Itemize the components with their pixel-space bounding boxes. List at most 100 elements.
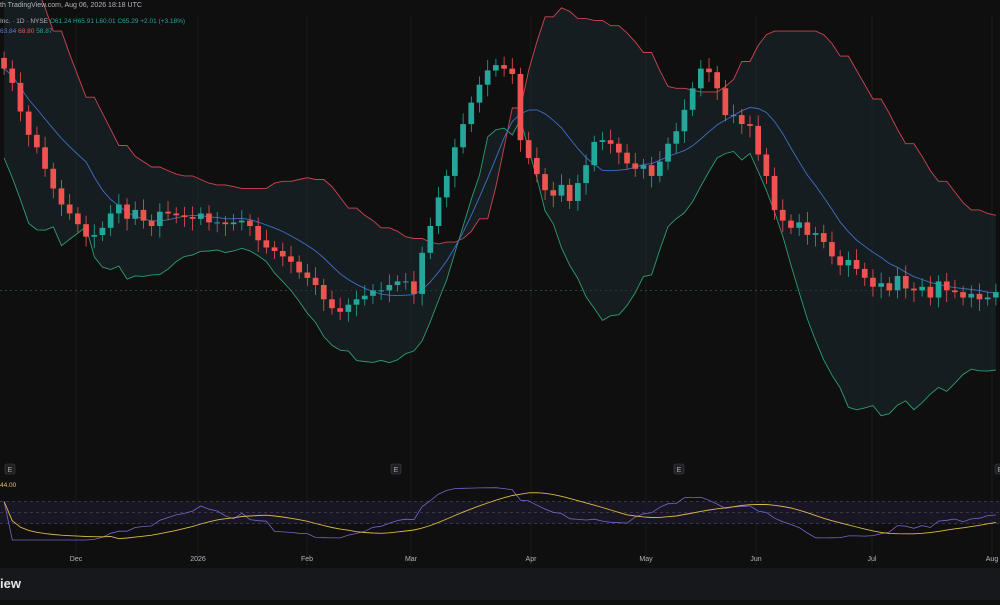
candle-body	[116, 204, 122, 214]
candle-body	[25, 111, 32, 135]
candle-body	[493, 65, 499, 71]
candle-body	[378, 290, 384, 292]
earnings-marker: E	[4, 463, 16, 475]
candle-body	[99, 227, 106, 235]
candle-body	[279, 251, 286, 257]
earnings-marker: E	[390, 463, 402, 475]
change-value: +2.01 (+3.18%)	[140, 18, 186, 25]
candle-body	[214, 222, 220, 224]
candle-body	[788, 220, 794, 228]
x-tick-label: Jul	[868, 556, 877, 563]
candle-body	[681, 109, 688, 132]
candle-body	[730, 115, 737, 117]
x-tick-label: Dec	[70, 556, 83, 563]
candle-body	[165, 211, 171, 214]
earnings-marker-label: E	[677, 467, 682, 474]
candle-body	[812, 233, 819, 235]
x-tick-label: Mar	[405, 556, 418, 563]
candle-body	[476, 84, 483, 103]
candle-body	[878, 283, 884, 287]
candle-body	[83, 224, 89, 237]
earnings-marker-label: E	[8, 467, 13, 474]
candle-body	[337, 308, 343, 312]
candle-body	[402, 281, 409, 283]
candle-body	[157, 211, 163, 226]
earnings-marker: E	[673, 463, 685, 475]
candle-body	[288, 256, 294, 262]
candle-body	[91, 234, 98, 237]
candle-body	[460, 124, 466, 148]
chart-source-line: th TradingView.com, Aug 06, 2026 18:18 U…	[0, 2, 142, 9]
high-value: H65.91	[73, 18, 94, 25]
candle-body	[722, 88, 729, 116]
candle-body	[657, 161, 663, 176]
symbol-text: Inc. · 1D · NYSE	[0, 18, 49, 25]
candle-body	[804, 222, 811, 235]
candle-body	[861, 268, 868, 278]
candle-body	[198, 213, 204, 219]
candle-body	[353, 299, 360, 305]
candle-body	[640, 165, 647, 169]
tradingview-logo-text: iew	[0, 576, 21, 591]
candle-body	[247, 220, 253, 226]
candle-body	[714, 72, 720, 89]
candle-body	[263, 240, 270, 248]
candle-body	[648, 165, 655, 176]
candle-body	[624, 152, 630, 164]
x-tick-label: May	[639, 556, 653, 563]
candle-body	[361, 295, 368, 300]
candle-body	[345, 304, 352, 312]
candle-body	[484, 70, 491, 85]
candle-body	[517, 74, 524, 141]
candle-body	[411, 281, 417, 294]
candle-body	[66, 204, 73, 214]
candle-body	[271, 247, 278, 251]
candle-body	[1, 57, 7, 69]
rsi-readout: 44.00	[0, 482, 17, 489]
candle-body	[304, 272, 311, 278]
candle-body	[698, 68, 704, 89]
candle-body	[845, 260, 852, 266]
candle-body	[525, 140, 532, 159]
candle-body	[222, 222, 229, 225]
candle-body	[927, 286, 934, 298]
candle-body	[148, 220, 155, 226]
open-value: O61.24	[49, 18, 72, 25]
candle-body	[542, 174, 548, 191]
candle-body	[189, 217, 196, 219]
candle-body	[935, 281, 942, 298]
bollinger-readout: 63.84 68.80 58.87	[0, 28, 52, 35]
x-tick-label: Aug	[986, 556, 999, 563]
candle-body	[230, 222, 237, 225]
candle-body	[132, 209, 139, 219]
candle-body	[452, 147, 458, 176]
candle-body	[771, 175, 778, 210]
candle-body	[296, 261, 302, 273]
candle-body	[632, 163, 639, 169]
bb-upper-value: 68.80	[18, 28, 35, 35]
x-tick-label: Jun	[750, 556, 761, 563]
candle-body	[509, 68, 516, 74]
candle-body	[984, 297, 991, 300]
candle-body	[124, 204, 130, 219]
candle-body	[706, 68, 712, 73]
candle-body	[796, 222, 802, 228]
candle-body	[140, 209, 147, 221]
candle-body	[50, 168, 57, 189]
candle-body	[976, 293, 983, 300]
candle-body	[829, 242, 835, 257]
candle-body	[607, 140, 614, 144]
candle-body	[616, 143, 622, 153]
candle-body	[960, 292, 966, 298]
candle-body	[427, 226, 434, 253]
chart-root: E E E E Dec 2026 Feb Mar Apr May Jun Jul Aug th Tra…	[0, 0, 1000, 600]
bb-lower-value: 58.87	[36, 28, 53, 35]
candle-body	[394, 281, 401, 285]
candle-body	[386, 285, 393, 291]
candle-body	[599, 140, 606, 142]
candle-body	[968, 293, 975, 298]
candle-body	[837, 256, 843, 266]
candle-body	[820, 233, 827, 242]
candle-body	[583, 165, 589, 184]
earnings-marker: E	[994, 463, 1000, 475]
